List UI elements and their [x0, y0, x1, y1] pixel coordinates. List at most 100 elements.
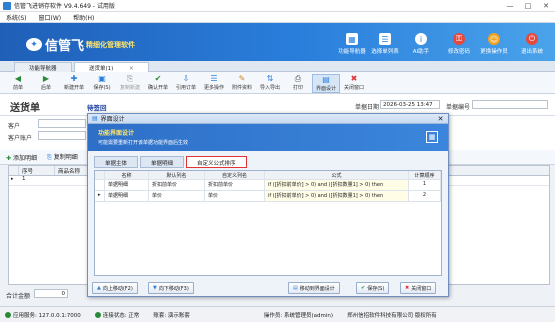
cell-default-name: 折扣前单价 — [149, 180, 205, 190]
date-field[interactable]: 2026-03-25 13:47 — [380, 100, 440, 109]
add-row-button[interactable]: ✚ 添加明细 — [6, 153, 37, 162]
move-down-button[interactable]: ▼ 向下移动(F3) — [148, 282, 194, 294]
tab-function-navigator[interactable]: 功能导航器 — [14, 62, 72, 72]
new-button[interactable]: ✚ 新建开单 — [60, 74, 88, 91]
customer-label: 客户 — [8, 123, 21, 130]
toolbar-label: 后单 — [40, 85, 51, 91]
tab-document-body[interactable]: 单据主体 — [94, 156, 139, 168]
ui-design-button[interactable]: ▤ 界面设计 — [312, 74, 340, 93]
toolbar-label: 打印 — [292, 85, 303, 91]
brand-logo: ✦ 信管飞 — [26, 35, 84, 54]
cell-name: 单据明细 — [105, 180, 149, 190]
connection-text: 连接状态: 正常 — [102, 312, 140, 319]
toolbar-label: 更多操作 — [203, 85, 224, 91]
exit-label: 退出系统 — [520, 49, 543, 55]
dialog-close-button[interactable]: ✖ 关闭窗口 — [400, 282, 437, 294]
menu-system[interactable]: 系统(S) — [6, 13, 27, 22]
menu-window[interactable]: 窗口(W) — [39, 13, 62, 22]
close-window-button[interactable]: ✖ 关闭窗口 — [340, 74, 368, 91]
exit-button[interactable]: ⏻ 退出系统 — [514, 33, 550, 55]
import-export-button[interactable]: ⇅ 导入导出 — [256, 74, 284, 91]
navigator-label: 功能导航器 — [338, 49, 366, 55]
status-bar: 应用服务: 127.0.0.1:7000 连接状态: 正常 账套: 演示账套 操… — [0, 306, 555, 322]
change-password-label: 修改密码 — [447, 49, 470, 55]
dialog-close-icon[interactable]: ✕ — [433, 114, 448, 123]
col-formula: 公式 — [265, 171, 409, 179]
next-button[interactable]: ▶ 后单 — [32, 74, 60, 91]
total-field: 0 — [34, 289, 68, 298]
menu-help[interactable]: 帮助(H) — [73, 13, 94, 22]
add-row-label: 添加明细 — [12, 154, 37, 162]
list-button[interactable]: ☰ 选择单列表 — [367, 33, 403, 55]
col-default-name: 默认列名 — [149, 171, 205, 179]
maximize-button[interactable]: □ — [519, 0, 537, 12]
table-row[interactable]: 单据明细 折扣前单价 折扣前单价 if ([折扣前单价] > 0) and ([… — [95, 180, 441, 191]
document-title: 送货单 — [10, 103, 40, 114]
power-icon: ⏻ — [526, 33, 538, 45]
save-button[interactable]: ▣ 保存(S) — [88, 74, 116, 91]
copy-new-button[interactable]: ⎘ 复制新建 — [116, 74, 144, 92]
save-icon: ▣ — [98, 74, 106, 83]
minimize-button[interactable]: — — [501, 0, 519, 12]
cell-custom-name: 折扣前单价 — [205, 180, 265, 190]
tab-document-details[interactable]: 单据明细 — [140, 156, 185, 168]
users-icon: ☺ — [488, 33, 500, 45]
tab-delivery-note[interactable]: 送货单(1) ✕ — [74, 62, 149, 72]
move-down-label: 向下移动(F3) — [158, 285, 189, 292]
assistant-icon: i — [415, 33, 427, 45]
reference-order-button[interactable]: ⇩ 引用订单 — [172, 74, 200, 91]
import-icon: ⇩ — [182, 74, 190, 83]
window-title: 信管飞进销存软件 V9.4.649 - 试用版 — [14, 3, 115, 10]
table-row[interactable]: ▸ 单据明细 单价 单价 if ([折扣前单价] > 0) and ([折扣数量… — [95, 191, 441, 202]
toolbar-label: 保存(S) — [93, 85, 111, 91]
add-icon: ✚ — [70, 74, 78, 83]
arrow-left-icon: ◀ — [14, 74, 22, 83]
attachment-icon: ✎ — [238, 74, 246, 83]
print-button[interactable]: ⎙ 打印 — [284, 74, 312, 92]
number-field[interactable] — [472, 100, 548, 109]
logo-icon: ✦ — [26, 38, 42, 51]
layout-icon: ▦ — [426, 131, 438, 143]
toolbar: ◀ 前单 ▶ 后单 ✚ 新建开单 ▣ 保存(S) ⎘ 复制新建 ✔ 确认开单 ⇩ 引用订单 ☰… — [0, 72, 555, 94]
arrow-down-icon: ▼ — [153, 285, 157, 291]
check-icon: ✔ — [154, 74, 162, 83]
prev-button[interactable]: ◀ 前单 — [4, 74, 32, 91]
close-button[interactable]: ✕ — [537, 0, 555, 12]
move-to-design-button[interactable]: ▤ 移动到界面设计 — [288, 282, 340, 294]
move-up-button[interactable]: ▲ 向上移动(F2) — [92, 282, 138, 294]
more-actions-button[interactable]: ☰ 更多操作 — [200, 74, 228, 91]
customer-field[interactable] — [38, 119, 86, 128]
navigator-button[interactable]: ▦ 功能导航器 — [334, 33, 370, 55]
cell-formula[interactable]: if ([折扣前单价] > 0) and ([折扣数量1] > 0) then — [265, 180, 409, 190]
import-export-icon: ⇅ — [266, 74, 274, 83]
dialog-header-title: 功能界面设计 — [98, 130, 135, 137]
ai-assistant-button[interactable]: i AI助手 — [403, 33, 439, 55]
move-to-design-label: 移动到界面设计 — [299, 285, 335, 292]
window-titlebar: 信管飞进销存软件 V9.4.649 - 试用版 — □ ✕ — [0, 0, 555, 12]
col-custom-name: 自定义列名 — [205, 171, 265, 179]
dialog-titlebar: ▤ 界面设计 ✕ — [88, 114, 448, 124]
layout-icon: ▤ — [322, 75, 330, 84]
copy-row-button[interactable]: ⎘ 复制明细 — [47, 152, 78, 162]
status-badge: 待签回 — [87, 104, 107, 112]
cell-formula[interactable]: if ([折扣前单价] > 0) and ([折扣数量1] > 0) then — [265, 191, 409, 201]
switch-operator-button[interactable]: ☺ 更换操作员 — [476, 33, 512, 55]
toolbar-label: 引用订单 — [175, 85, 196, 91]
move-up-label: 向上移动(F2) — [102, 285, 133, 292]
attachments-button[interactable]: ✎ 附件资料 — [228, 74, 256, 91]
change-password-button[interactable]: ⚿ 修改密码 — [441, 33, 477, 55]
toolbar-label: 新建开单 — [63, 85, 84, 91]
dialog-tabs: 单据主体 单据明细 自定义公式排序 — [94, 156, 247, 168]
tab-custom-formula-order[interactable]: 自定义公式排序 — [186, 156, 247, 168]
dialog-close-label: 关闭窗口 — [411, 285, 432, 292]
row-marker — [95, 180, 105, 190]
confirm-button[interactable]: ✔ 确认开单 — [144, 74, 172, 91]
dialog-save-button[interactable]: ✔ 保存(S) — [356, 282, 390, 294]
col-name: 名称 — [105, 171, 149, 179]
customer-account-field[interactable] — [38, 131, 86, 140]
app-service-text: 应用服务: 127.0.0.1:7000 — [13, 312, 81, 319]
copy-icon: ⎘ — [46, 154, 52, 161]
brand-slogan: 精细化管理软件 — [86, 41, 135, 49]
toolbar-label: 确认开单 — [147, 85, 168, 91]
dialog-icon: ▤ — [92, 115, 98, 122]
